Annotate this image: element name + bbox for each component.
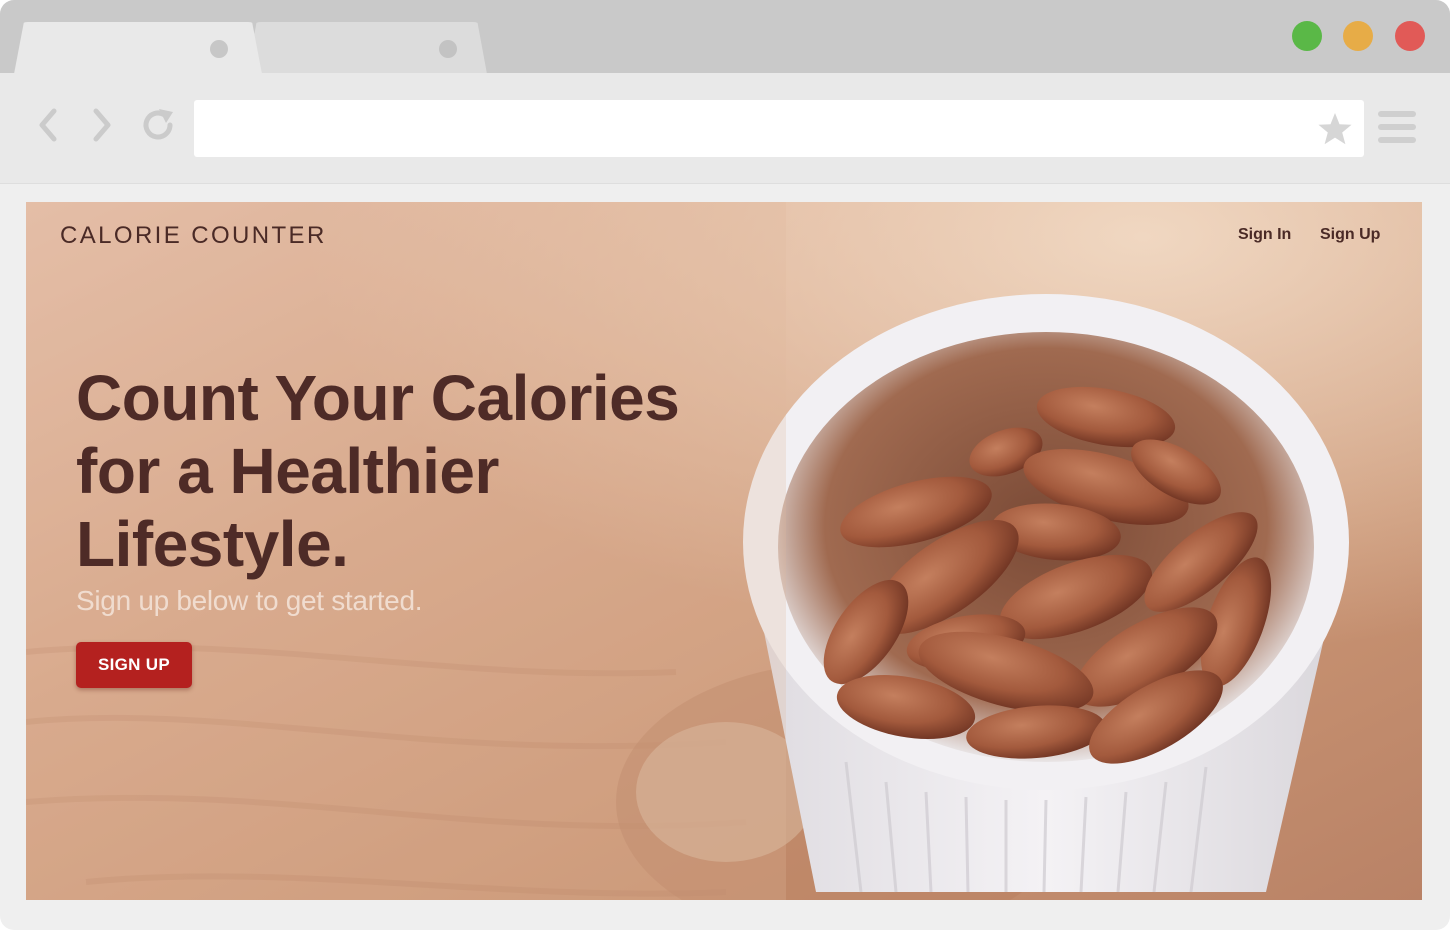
star-icon[interactable] (1316, 110, 1354, 148)
chevron-left-icon (39, 108, 57, 142)
hero-subheadline: Sign up below to get started. (76, 585, 423, 616)
reload-button[interactable] (140, 107, 176, 143)
forward-button[interactable] (84, 107, 120, 143)
tab-close-icon[interactable] (439, 40, 457, 58)
hamburger-menu-icon[interactable] (1378, 111, 1418, 147)
chevron-right-icon (93, 108, 111, 142)
page-viewport: CALORIE COUNTER Sign In Sign Up Count Yo… (26, 202, 1422, 900)
tab-close-icon[interactable] (210, 40, 228, 58)
address-bar[interactable] (194, 100, 1364, 157)
browser-tab-1[interactable] (14, 22, 262, 74)
sign-up-link[interactable]: Sign Up (1320, 226, 1380, 244)
site-brand-logo[interactable]: CALORIE COUNTER (60, 222, 327, 250)
close-window-button[interactable] (1395, 21, 1425, 51)
minimize-window-button[interactable] (1343, 21, 1373, 51)
tab-strip (0, 0, 1450, 74)
browser-toolbar (0, 73, 1450, 184)
sign-up-button[interactable]: SIGN UP (76, 642, 192, 688)
hero-headline: Count Your Calories for a Healthier Life… (76, 362, 680, 580)
back-button[interactable] (32, 107, 68, 143)
reload-icon (143, 109, 173, 140)
sign-in-link[interactable]: Sign In (1238, 226, 1291, 244)
address-input[interactable] (194, 100, 1294, 157)
browser-window: CALORIE COUNTER Sign In Sign Up Count Yo… (0, 0, 1450, 930)
browser-tab-2[interactable] (247, 22, 487, 74)
maximize-window-button[interactable] (1292, 21, 1322, 51)
